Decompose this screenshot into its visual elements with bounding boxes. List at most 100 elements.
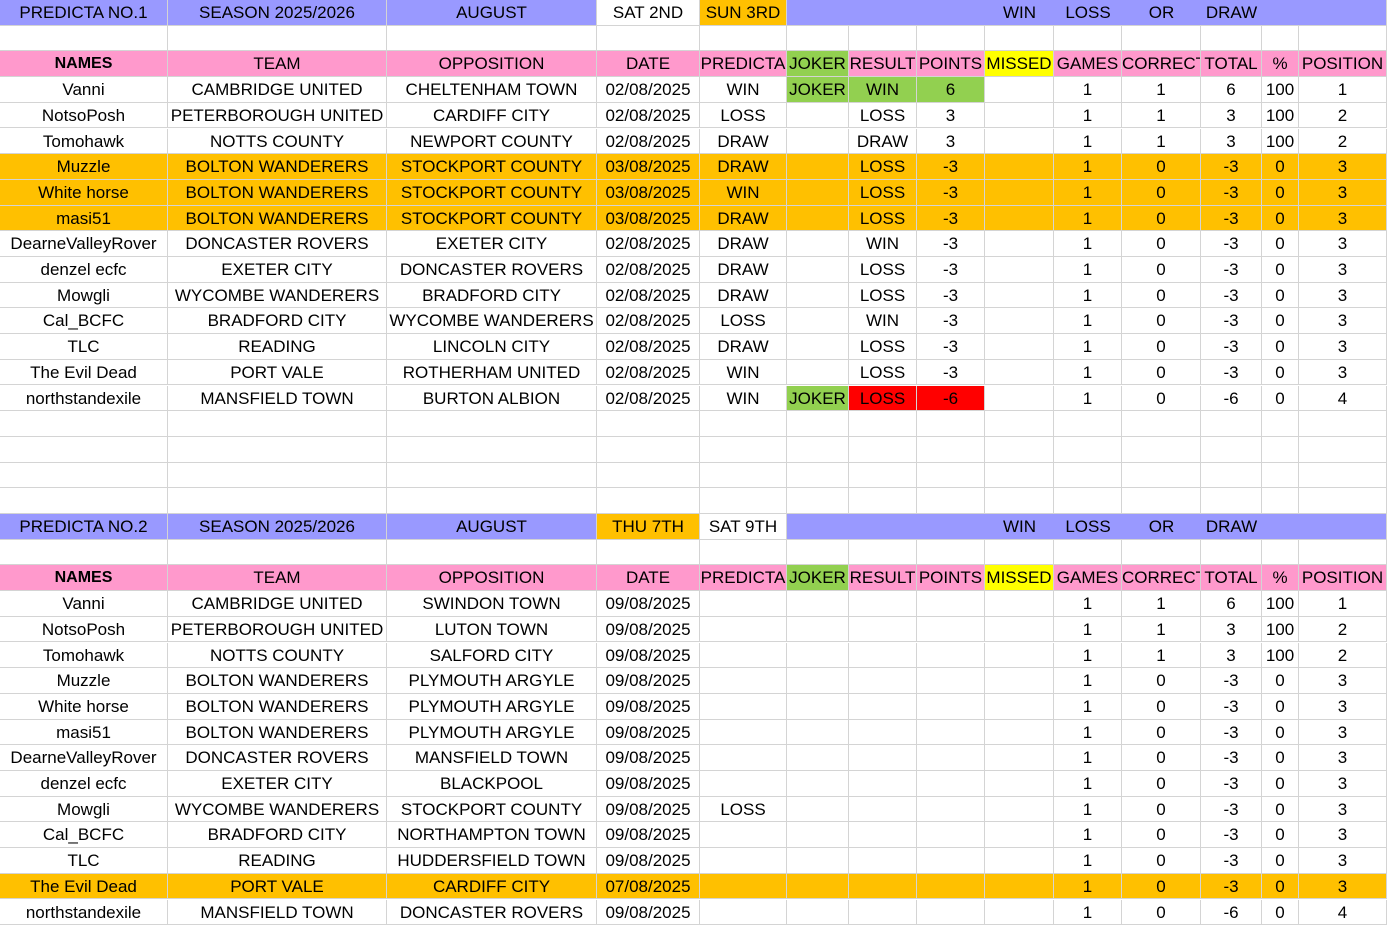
cell-pct[interactable]: 0 [1262, 771, 1299, 797]
cell-joker[interactable]: JOKER [787, 77, 849, 103]
cell-games[interactable]: 1 [1054, 179, 1122, 206]
cell-names[interactable]: White horse [0, 179, 168, 206]
empty-cell[interactable] [849, 488, 917, 514]
cell-pct[interactable]: 0 [1262, 385, 1299, 412]
cell-points[interactable] [917, 848, 985, 874]
cell-missed[interactable] [985, 771, 1054, 797]
cell-result[interactable]: WIN [849, 77, 917, 103]
cell-predicta[interactable]: WIN [700, 385, 787, 412]
cell-opposition[interactable]: NORTHAMPTON TOWN [387, 822, 597, 849]
header-date[interactable]: DATE [597, 51, 700, 78]
cell-missed[interactable] [985, 257, 1054, 283]
cell-position[interactable]: 3 [1299, 154, 1387, 180]
cell-pct[interactable]: 100 [1262, 102, 1299, 129]
cell-games[interactable]: 1 [1054, 102, 1122, 129]
cell-names[interactable]: denzel ecfc [0, 257, 168, 283]
cell-team[interactable]: BOLTON WANDERERS [168, 154, 387, 180]
cell-position[interactable]: 3 [1299, 308, 1387, 335]
empty-cell[interactable] [1262, 436, 1299, 463]
header-points[interactable]: POINTS [917, 565, 985, 592]
cell-position[interactable]: 3 [1299, 179, 1387, 206]
cell-predicta[interactable]: DRAW [700, 282, 787, 309]
cell-pct[interactable]: 100 [1262, 642, 1299, 669]
cell-position[interactable]: 2 [1299, 642, 1387, 669]
cell-games[interactable]: 1 [1054, 205, 1122, 232]
cell-position[interactable]: 3 [1299, 848, 1387, 874]
cell-pct[interactable]: 0 [1262, 693, 1299, 720]
cell-team[interactable]: BOLTON WANDERERS [168, 693, 387, 720]
cell-team[interactable]: DONCASTER ROVERS [168, 745, 387, 771]
cell-team[interactable]: DONCASTER ROVERS [168, 231, 387, 257]
cell-joker[interactable] [787, 128, 849, 155]
cell-result[interactable]: LOSS [849, 334, 917, 360]
cell-pct[interactable]: 0 [1262, 848, 1299, 874]
cell-joker[interactable] [787, 719, 849, 746]
header-games[interactable]: GAMES [1054, 565, 1122, 592]
empty-cell[interactable] [787, 539, 849, 566]
title-fill[interactable] [1262, 514, 1387, 540]
cell-missed[interactable] [985, 102, 1054, 129]
title-month[interactable]: AUGUST [387, 514, 597, 540]
header-pct[interactable]: % [1262, 565, 1299, 592]
cell-team[interactable]: MANSFIELD TOWN [168, 385, 387, 412]
cell-total[interactable]: -3 [1201, 668, 1262, 694]
cell-missed[interactable] [985, 385, 1054, 412]
cell-predicta[interactable]: WIN [700, 179, 787, 206]
cell-names[interactable]: Cal_BCFC [0, 822, 168, 849]
cell-result[interactable]: DRAW [849, 128, 917, 155]
empty-cell[interactable] [597, 411, 700, 437]
empty-cell[interactable] [1122, 539, 1201, 566]
cell-position[interactable]: 2 [1299, 102, 1387, 129]
cell-date[interactable]: 03/08/2025 [597, 154, 700, 180]
cell-joker[interactable] [787, 822, 849, 849]
cell-games[interactable]: 1 [1054, 668, 1122, 694]
cell-opposition[interactable]: BLACKPOOL [387, 771, 597, 797]
cell-position[interactable]: 3 [1299, 822, 1387, 849]
cell-points[interactable] [917, 642, 985, 669]
empty-cell[interactable] [1201, 25, 1262, 52]
cell-missed[interactable] [985, 616, 1054, 643]
cell-points[interactable] [917, 899, 985, 925]
cell-missed[interactable] [985, 77, 1054, 103]
cell-missed[interactable] [985, 848, 1054, 874]
header-position[interactable]: POSITION [1299, 51, 1387, 78]
cell-pct[interactable]: 0 [1262, 873, 1299, 900]
cell-result[interactable]: LOSS [849, 154, 917, 180]
empty-cell[interactable] [168, 436, 387, 463]
empty-cell[interactable] [787, 462, 849, 489]
cell-date[interactable]: 02/08/2025 [597, 128, 700, 155]
cell-correct[interactable]: 0 [1122, 873, 1201, 900]
cell-total[interactable]: 3 [1201, 102, 1262, 129]
cell-missed[interactable] [985, 668, 1054, 694]
title-day-2[interactable]: SAT 9TH [700, 514, 787, 540]
empty-cell[interactable] [1122, 436, 1201, 463]
cell-date[interactable]: 02/08/2025 [597, 308, 700, 335]
cell-position[interactable]: 3 [1299, 668, 1387, 694]
empty-cell[interactable] [387, 411, 597, 437]
cell-position[interactable]: 3 [1299, 693, 1387, 720]
empty-cell[interactable] [168, 411, 387, 437]
cell-predicta[interactable] [700, 745, 787, 771]
cell-games[interactable]: 1 [1054, 308, 1122, 335]
cell-predicta[interactable]: DRAW [700, 334, 787, 360]
cell-points[interactable] [917, 693, 985, 720]
cell-pct[interactable]: 0 [1262, 154, 1299, 180]
cell-date[interactable]: 07/08/2025 [597, 873, 700, 900]
cell-result[interactable]: LOSS [849, 205, 917, 232]
cell-points[interactable] [917, 591, 985, 617]
header-names[interactable]: NAMES [0, 51, 168, 78]
header-total[interactable]: TOTAL [1201, 565, 1262, 592]
cell-team[interactable]: READING [168, 334, 387, 360]
cell-games[interactable]: 1 [1054, 873, 1122, 900]
cell-result[interactable]: WIN [849, 231, 917, 257]
cell-points[interactable]: -3 [917, 154, 985, 180]
cell-names[interactable]: Tomohawk [0, 128, 168, 155]
cell-correct[interactable]: 0 [1122, 231, 1201, 257]
cell-games[interactable]: 1 [1054, 796, 1122, 823]
empty-cell[interactable] [1054, 436, 1122, 463]
cell-games[interactable]: 1 [1054, 822, 1122, 849]
cell-pct[interactable]: 0 [1262, 796, 1299, 823]
cell-names[interactable]: denzel ecfc [0, 771, 168, 797]
cell-result[interactable]: LOSS [849, 179, 917, 206]
cell-correct[interactable]: 0 [1122, 745, 1201, 771]
